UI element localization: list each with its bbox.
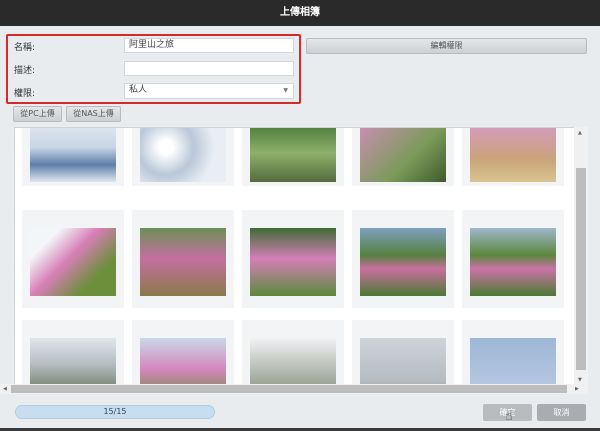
progress-text: 15/15 (103, 407, 127, 416)
upload-from-pc-button[interactable]: 從PC上傳 (13, 106, 62, 122)
photo-thumbnail (140, 228, 226, 296)
name-label: 名稱: (14, 43, 36, 53)
photo-thumbnail (140, 128, 226, 182)
upload-from-nas-button[interactable]: 從NAS上傳 (66, 106, 121, 122)
photo-tile[interactable] (132, 210, 234, 308)
description-input[interactable] (124, 61, 294, 76)
photo-tile[interactable] (352, 128, 454, 186)
photo-tile[interactable] (462, 210, 564, 308)
permission-value: 私人 (129, 85, 148, 95)
scroll-down-icon[interactable]: ▼ (578, 377, 582, 383)
photo-thumbnail (470, 228, 556, 296)
hand-cursor-icon: ☝ (505, 409, 513, 424)
photo-thumbnail (470, 128, 556, 182)
scroll-up-icon[interactable]: ▲ (578, 130, 582, 136)
permission-select[interactable]: 私人 ▼ (124, 83, 294, 99)
chevron-down-icon: ▼ (283, 87, 288, 94)
photo-tile[interactable] (352, 210, 454, 308)
photo-tile[interactable] (132, 128, 234, 186)
photo-grid (14, 127, 588, 393)
cancel-button[interactable]: 取消 (537, 404, 586, 421)
photo-tile[interactable] (462, 128, 564, 186)
photo-thumbnail (250, 228, 336, 296)
photo-tile[interactable] (132, 320, 234, 392)
photo-thumbnail (360, 228, 446, 296)
scroll-right-icon[interactable]: ▶ (575, 386, 579, 392)
photo-thumbnail (30, 228, 116, 296)
name-input[interactable]: 阿里山之旅 (124, 38, 294, 53)
photo-thumbnail (360, 128, 446, 182)
photo-tile[interactable] (242, 210, 344, 308)
photo-tile[interactable] (352, 320, 454, 392)
photo-tile[interactable] (22, 210, 124, 308)
photo-thumbnail (30, 128, 116, 182)
photo-tile[interactable] (242, 128, 344, 186)
photo-tile[interactable] (462, 320, 564, 392)
photo-tile[interactable] (22, 320, 124, 392)
horizontal-scrollbar-thumb[interactable] (11, 385, 567, 393)
scroll-left-icon[interactable]: ◀ (3, 386, 7, 392)
description-label: 描述: (14, 66, 36, 76)
vertical-scrollbar-thumb[interactable] (576, 168, 586, 370)
photo-tile[interactable] (242, 320, 344, 392)
photo-thumbnail (250, 128, 336, 182)
window-title: 上傳相簿 (0, 0, 600, 26)
photo-tile[interactable] (22, 128, 124, 186)
upload-progress-bar: 15/15 (15, 405, 215, 419)
permission-label: 權限: (14, 89, 36, 99)
edit-permissions-button[interactable]: 編輯權限 (306, 38, 587, 54)
